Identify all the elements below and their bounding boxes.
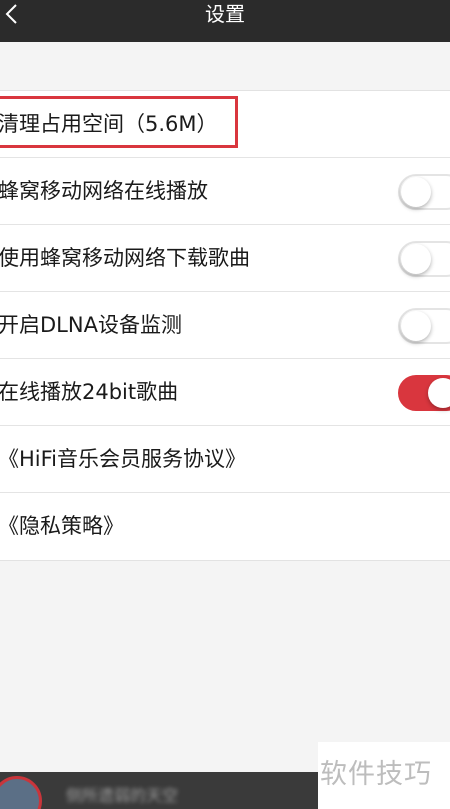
page-title: 设置: [205, 2, 245, 26]
cellular-streaming-row: 蜂窝移动网络在线播放: [0, 158, 450, 225]
toggle-knob: [428, 378, 450, 408]
settings-page: 设置 清理占用空间（5.6M） 蜂窝移动网络在线播放 使用蜂窝移动网络下载歌曲 …: [0, 0, 450, 809]
cellular-download-row: 使用蜂窝移动网络下载歌曲: [0, 225, 450, 292]
hires-streaming-toggle[interactable]: [398, 375, 450, 411]
hires-streaming-label: 在线播放24bit歌曲: [0, 380, 179, 404]
dlna-monitor-row: 开启DLNA设备监测: [0, 292, 450, 359]
album-art[interactable]: [0, 776, 42, 809]
privacy-policy-row[interactable]: 《隐私策略》: [0, 493, 450, 560]
highlight-annotation: [0, 96, 238, 148]
hires-streaming-row: 在线播放24bit歌曲: [0, 359, 450, 426]
watermark-text: 软件技巧: [320, 759, 432, 790]
cellular-download-label: 使用蜂窝移动网络下载歌曲: [0, 246, 250, 270]
track-title: 侧所遗弱的天空: [66, 786, 179, 805]
privacy-policy-link[interactable]: 《隐私策略》: [0, 493, 124, 560]
cellular-streaming-label: 蜂窝移动网络在线播放: [0, 179, 208, 203]
dlna-monitor-toggle[interactable]: [398, 308, 450, 344]
membership-agreement-link[interactable]: 《HiFi音乐会员服务协议》: [0, 426, 246, 493]
toggle-knob: [401, 177, 431, 207]
cellular-streaming-toggle[interactable]: [398, 174, 450, 210]
navigation-bar: 设置: [0, 0, 450, 42]
membership-agreement-row[interactable]: 《HiFi音乐会员服务协议》: [0, 426, 450, 493]
mini-player-bar[interactable]: 侧所遗弱的天空: [0, 772, 318, 809]
dlna-monitor-label: 开启DLNA设备监测: [0, 313, 182, 337]
cellular-download-toggle[interactable]: [398, 241, 450, 277]
toggle-knob: [401, 244, 431, 274]
toggle-knob: [401, 311, 431, 341]
settings-list: 清理占用空间（5.6M） 蜂窝移动网络在线播放 使用蜂窝移动网络下载歌曲 开启D…: [0, 90, 450, 561]
